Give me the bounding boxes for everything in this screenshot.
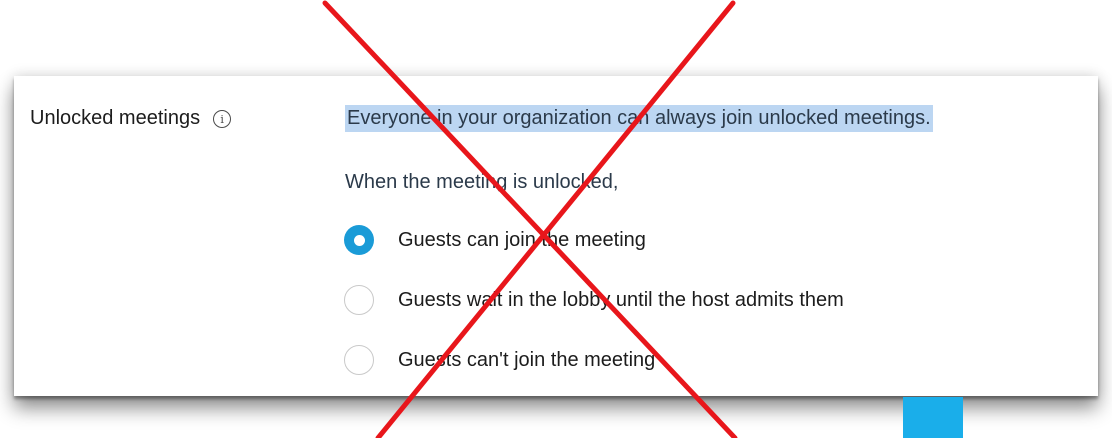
corner-blue-square	[903, 397, 963, 438]
radio-button[interactable]	[344, 285, 374, 315]
radio-option-guests-cannot-join[interactable]: Guests can't join the meeting	[344, 344, 655, 376]
radio-label[interactable]: Guests wait in the lobby until the host …	[398, 289, 844, 312]
radio-option-guests-wait-in-lobby[interactable]: Guests wait in the lobby until the host …	[344, 284, 844, 316]
radio-button[interactable]	[344, 345, 374, 375]
radio-label[interactable]: Guests can join the meeting	[398, 229, 646, 252]
unlocked-meetings-setting: Unlocked meetings i	[30, 106, 232, 130]
radio-button-selected[interactable]	[344, 225, 374, 255]
setting-description: Everyone in your organization can always…	[345, 105, 933, 132]
radio-label[interactable]: Guests can't join the meeting	[398, 349, 655, 372]
radio-option-guests-can-join[interactable]: Guests can join the meeting	[344, 224, 646, 256]
setting-label: Unlocked meetings	[30, 106, 201, 129]
info-icon[interactable]: i	[213, 110, 232, 128]
options-heading: When the meeting is unlocked,	[345, 171, 619, 193]
